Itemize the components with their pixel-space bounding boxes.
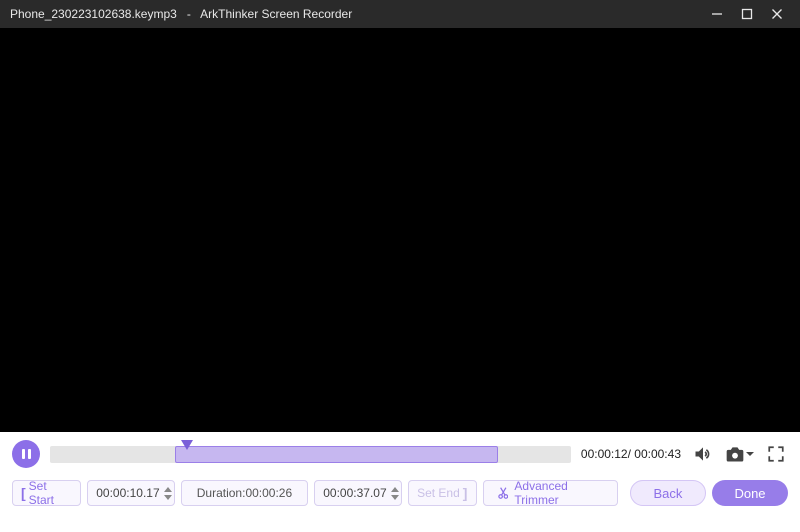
video-preview[interactable]	[0, 28, 800, 432]
set-end-button[interactable]: Set End ]	[408, 480, 477, 506]
scissors-icon	[498, 486, 509, 500]
bracket-left-icon: [	[21, 485, 26, 501]
volume-button[interactable]	[691, 442, 715, 466]
app-name: ArkThinker Screen Recorder	[200, 7, 352, 21]
seek-track	[50, 446, 571, 463]
start-time-spinner[interactable]	[160, 487, 172, 500]
trim-range[interactable]	[175, 446, 498, 463]
chevron-down-icon	[391, 494, 399, 500]
chevron-down-icon	[164, 494, 172, 500]
end-time-spinner[interactable]	[387, 487, 399, 500]
end-time-field[interactable]: 00:00:37.07	[314, 480, 401, 506]
end-time-value: 00:00:37.07	[323, 486, 386, 500]
start-time-field[interactable]: 00:00:10.17	[87, 480, 174, 506]
current-time: 00:00:12	[581, 447, 628, 461]
fullscreen-icon	[767, 445, 785, 463]
window-controls	[702, 0, 792, 28]
window-title: Phone_230223102638.keymp3 - ArkThinker S…	[10, 7, 702, 21]
time-display: 00:00:12/ 00:00:43	[581, 447, 681, 461]
minimize-button[interactable]	[702, 0, 732, 28]
advanced-trimmer-button[interactable]: Advanced Trimmer	[483, 480, 618, 506]
set-start-label: Set Start	[29, 479, 73, 507]
volume-icon	[693, 444, 713, 464]
chevron-up-icon	[164, 487, 172, 493]
snapshot-button[interactable]	[725, 442, 754, 466]
camera-icon	[725, 445, 745, 463]
start-time-value: 00:00:10.17	[96, 486, 159, 500]
pause-button[interactable]	[12, 440, 40, 468]
set-start-button[interactable]: [ Set Start	[12, 480, 81, 506]
chevron-up-icon	[391, 487, 399, 493]
bracket-right-icon: ]	[463, 485, 468, 501]
total-time: 00:00:43	[634, 447, 681, 461]
back-label: Back	[653, 486, 682, 501]
duration-value: 00:00:26	[245, 486, 292, 500]
done-button[interactable]: Done	[712, 480, 788, 506]
duration-label: Duration:	[197, 486, 246, 500]
close-button[interactable]	[762, 0, 792, 28]
chevron-down-icon	[746, 450, 754, 458]
done-label: Done	[734, 486, 765, 501]
set-end-label: Set End	[417, 486, 460, 500]
seek-row: 00:00:12/ 00:00:43	[0, 432, 800, 476]
duration-field: Duration:00:00:26	[181, 480, 309, 506]
fullscreen-button[interactable]	[764, 442, 788, 466]
seekbar[interactable]	[50, 443, 571, 465]
playhead[interactable]	[181, 437, 193, 455]
maximize-button[interactable]	[732, 0, 762, 28]
advanced-trimmer-label: Advanced Trimmer	[514, 479, 602, 507]
pause-icon	[22, 449, 31, 459]
trim-controls: [ Set Start 00:00:10.17 Duration:00:00:2…	[0, 476, 800, 532]
titlebar: Phone_230223102638.keymp3 - ArkThinker S…	[0, 0, 800, 28]
back-button[interactable]: Back	[630, 480, 706, 506]
filename: Phone_230223102638.keymp3	[10, 7, 177, 21]
